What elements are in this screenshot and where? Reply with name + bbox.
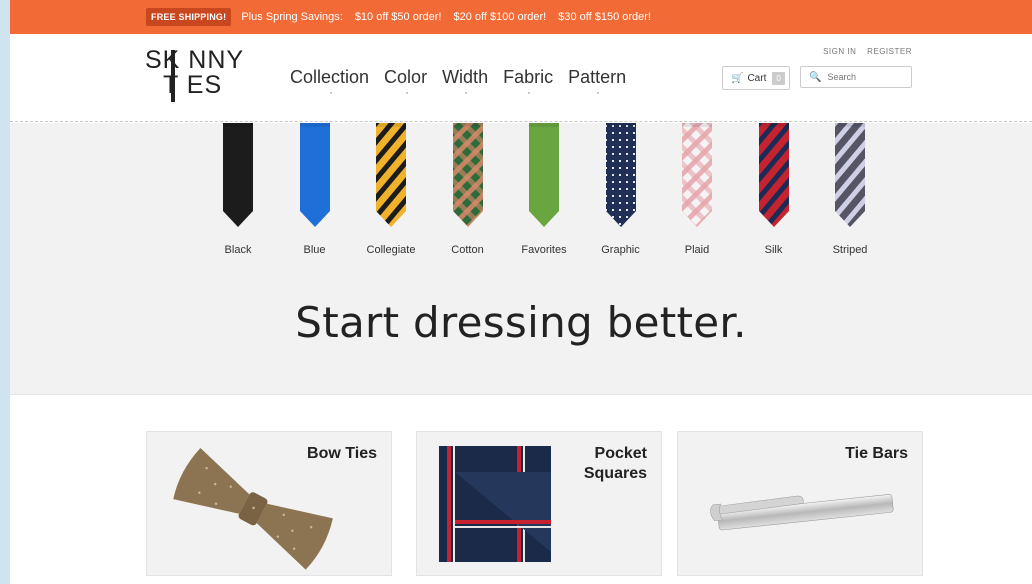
tie-label[interactable]: Cotton [451, 244, 483, 256]
tie-plaid[interactable] [679, 123, 715, 229]
tie-collegiate[interactable] [373, 123, 409, 229]
nav-fabric[interactable]: Fabric [503, 67, 553, 94]
tie-label[interactable]: Silk [765, 244, 783, 256]
cart-count-badge: 0 [772, 71, 785, 85]
nav-collection[interactable]: Collection [290, 67, 369, 94]
card-pocket-squares[interactable]: Pocket Squares [416, 431, 662, 576]
card-tie-bars[interactable]: Tie Bars [677, 431, 923, 576]
hero-headline: Start dressing better. [295, 298, 747, 347]
card-bow-ties[interactable]: Bow Ties [146, 431, 392, 576]
tie-color-band: Black Blue Collegiate Cotton Favorites G… [10, 123, 1032, 395]
tie-label[interactable]: Collegiate [367, 244, 416, 256]
logo-line-2: T ES [163, 71, 223, 99]
promo-bar: FREE SHIPPING! Plus Spring Savings: $10 … [10, 0, 1032, 34]
tie-label[interactable]: Blue [303, 244, 325, 256]
card-title-bow-ties: Bow Ties [307, 445, 377, 462]
tie-cotton[interactable] [450, 123, 486, 229]
card-title-line: Pocket [594, 445, 647, 462]
cart-label: Cart [747, 72, 767, 84]
skinny-ties-logo[interactable]: SK NNY T ES [145, 48, 245, 104]
tie-color-list: Black Blue Collegiate Cotton Favorites G… [208, 123, 868, 273]
tie-silk[interactable] [756, 123, 792, 229]
promo-offer[interactable]: $30 off $150 order! [558, 11, 651, 23]
logo-tie-mark [171, 50, 175, 102]
site-header: SK NNY T ES Collection Color Width Fabri… [10, 34, 1032, 122]
tie-label[interactable]: Striped [833, 244, 868, 256]
tie-label[interactable]: Favorites [521, 244, 566, 256]
logo-line-1: SK NNY [145, 46, 245, 74]
tie-label[interactable]: Black [225, 244, 252, 256]
tie-label[interactable]: Graphic [601, 244, 640, 256]
nav-width[interactable]: Width [442, 67, 488, 94]
tie-favorites[interactable] [526, 123, 562, 229]
tie-striped[interactable] [832, 123, 868, 229]
promo-offer[interactable]: $20 off $100 order! [453, 11, 546, 23]
tie-black[interactable] [220, 123, 256, 229]
search-input[interactable] [827, 72, 908, 82]
main-nav: Collection Color Width Fabric Pattern [290, 67, 641, 94]
search-icon: 🔍 [809, 71, 822, 83]
nav-pattern[interactable]: Pattern [568, 67, 626, 94]
promo-lead: Plus Spring Savings: [241, 11, 343, 23]
account-links: SIGN IN REGISTER [815, 47, 912, 56]
sign-in-link[interactable]: SIGN IN [823, 47, 856, 56]
search-box[interactable]: 🔍 [800, 66, 912, 88]
card-title-pocket-squares: Pocket Squares [584, 444, 647, 484]
register-link[interactable]: REGISTER [867, 47, 912, 56]
page: FREE SHIPPING! Plus Spring Savings: $10 … [10, 0, 1032, 584]
nav-color[interactable]: Color [384, 67, 427, 94]
cart-button[interactable]: 🛒 Cart 0 [722, 66, 790, 90]
card-title-tie-bars: Tie Bars [845, 445, 908, 462]
tie-label[interactable]: Plaid [685, 244, 709, 256]
promo-offer[interactable]: $10 off $50 order! [355, 11, 442, 23]
free-shipping-badge: FREE SHIPPING! [146, 8, 232, 26]
tie-blue[interactable] [297, 123, 333, 229]
card-title-line: Squares [583, 465, 647, 482]
tie-graphic[interactable] [603, 123, 639, 229]
cart-icon: 🛒 [731, 72, 744, 84]
